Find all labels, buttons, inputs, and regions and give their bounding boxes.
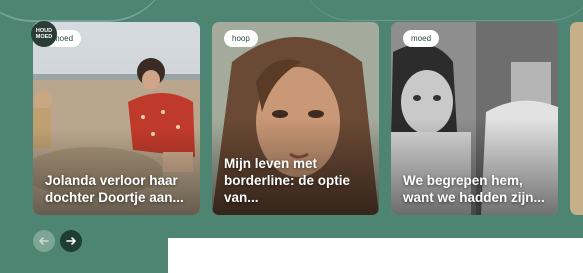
arrow-left-icon: [39, 237, 49, 245]
category-tag[interactable]: moed: [403, 30, 440, 47]
arrow-right-icon: [66, 237, 76, 245]
content-panel: [168, 238, 583, 273]
carousel-next-button[interactable]: [60, 230, 82, 252]
card-title[interactable]: Mijn leven met borderline: de optie van.…: [224, 155, 371, 206]
article-card-1[interactable]: moed Jolanda verloor haar dochter Doortj…: [33, 22, 200, 215]
card-photo-partial: [570, 22, 583, 215]
carousel-prev-button[interactable]: [33, 230, 55, 252]
houd-moed-logo: HOUD MOED: [31, 21, 57, 47]
article-card-3[interactable]: moed We begrepen hem, want we hadden zij…: [391, 22, 558, 215]
article-card-4-partial[interactable]: [570, 22, 583, 215]
card-title[interactable]: We begrepen hem, want we hadden zijn...: [403, 172, 550, 206]
decorative-arc: [0, 0, 170, 22]
category-tag[interactable]: hoop: [224, 30, 258, 47]
card-title[interactable]: Jolanda verloor haar dochter Doortje aan…: [45, 172, 192, 206]
article-card-2[interactable]: hoop Mijn leven met borderline: de optie…: [212, 22, 379, 215]
carousel-section: HOUD MOED moed Jolanda verloor haar doch…: [0, 0, 583, 273]
decorative-arc: [300, 0, 583, 21]
